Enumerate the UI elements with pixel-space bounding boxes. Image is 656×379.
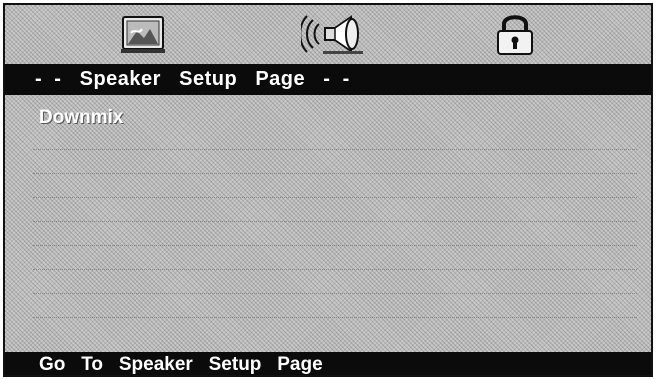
- picture-icon[interactable]: [117, 11, 169, 57]
- divider: [33, 173, 637, 174]
- divider: [33, 269, 637, 270]
- divider: [33, 317, 637, 318]
- divider: [33, 221, 637, 222]
- settings-menu: Downmix: [5, 97, 651, 352]
- speaker-icon[interactable]: [301, 11, 371, 57]
- lock-icon[interactable]: [491, 11, 539, 57]
- setup-tab-bar: [5, 5, 651, 63]
- menu-item-downmix[interactable]: Downmix: [39, 107, 123, 129]
- status-bar: Go To Speaker Setup Page: [5, 352, 651, 375]
- divider: [33, 149, 637, 150]
- divider: [33, 245, 637, 246]
- divider: [33, 197, 637, 198]
- page-title: - - Speaker Setup Page - -: [5, 64, 651, 95]
- osd-screen: - - Speaker Setup Page - - Downmix Go To…: [3, 3, 653, 377]
- divider: [33, 293, 637, 294]
